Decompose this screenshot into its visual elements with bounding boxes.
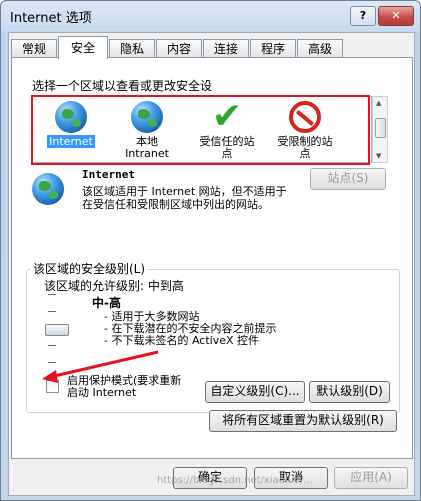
window-title: Internet 选项	[10, 11, 92, 26]
protected-mode-checkbox[interactable]	[46, 380, 59, 393]
scroll-down-icon[interactable]: ▼	[376, 152, 381, 160]
tab-connections[interactable]: 连接	[203, 39, 249, 58]
zone-name-line2: Intranet	[125, 147, 169, 160]
intranet-globe-icon	[131, 101, 163, 133]
custom-level-button[interactable]: 自定义级别(C)...	[205, 381, 305, 403]
check-icon: ✔	[211, 96, 243, 137]
internet-options-window: Internet 选项 ? ✕ 常规 安全 隐私 内容 连接 程序 高级 选择一…	[0, 0, 421, 501]
scroll-up-icon[interactable]: ▲	[376, 99, 381, 107]
zone-local-intranet[interactable]: 本地 Intranet	[115, 101, 179, 160]
zone-restricted-sites[interactable]: 受限制的站 点	[269, 101, 341, 160]
selected-zone-description: 该区域适用于 Internet 网站，但不适用于 在受信任和受限制区域中列出的网…	[82, 185, 300, 211]
no-entry-icon	[289, 101, 321, 133]
dialog-client-area: 常规 安全 隐私 内容 连接 程序 高级 选择一个区域以查看或更改安全设 Int…	[8, 32, 415, 496]
scroll-thumb[interactable]	[375, 118, 386, 138]
zone-name-line2: 点	[299, 147, 311, 160]
slider-tick	[48, 311, 56, 312]
slider-tick	[48, 362, 56, 363]
default-level-button[interactable]: 默认级别(D)	[309, 381, 390, 403]
description-line: 在受信任和受限制区域中列出的网站。	[82, 198, 269, 211]
tab-general[interactable]: 常规	[11, 39, 57, 58]
zone-name: Internet	[47, 135, 95, 148]
zone-trusted-sites[interactable]: ✔ 受信任的站 点	[191, 96, 263, 160]
level-bullet: - 不下载未签名的 ActiveX 控件	[104, 334, 260, 347]
zone-list-scrollbar[interactable]: ▲ ▼	[372, 96, 388, 163]
slider-tick	[48, 294, 56, 295]
help-button[interactable]: ?	[350, 6, 376, 26]
title-bar[interactable]: Internet 选项 ? ✕	[1, 1, 420, 31]
zone-prompt: 选择一个区域以查看或更改安全设	[32, 79, 213, 93]
tab-content[interactable]: 内容	[156, 39, 202, 58]
selected-zone-globe-icon	[32, 173, 64, 205]
tab-strip: 常规 安全 隐私 内容 连接 程序 高级	[9, 36, 414, 59]
zone-internet[interactable]: Internet	[41, 101, 101, 148]
tab-programs[interactable]: 程序	[250, 39, 296, 58]
security-level-bullets: - 适用于大多数网站 - 在下载潜在的不安全内容之前提示 - 不下载未签名的 A…	[104, 311, 276, 347]
security-panel: 选择一个区域以查看或更改安全设 Internet 本地 Intranet ✔ 受…	[11, 57, 413, 459]
zone-list[interactable]: Internet 本地 Intranet ✔ 受信任的站 点 受限制的站 点	[32, 96, 372, 163]
reset-all-zones-button[interactable]: 将所有区域重置为默认级别(R)	[209, 410, 397, 432]
security-level-name: 中-高	[92, 296, 121, 310]
watermark-text: https://blog.csdn.net/xiaoluo/...	[157, 475, 314, 486]
protected-mode-label[interactable]: 启用保护模式(要求重新 启动 Internet	[67, 375, 181, 399]
globe-icon	[55, 101, 87, 133]
selected-zone-title: Internet	[82, 168, 135, 181]
slider-tick	[48, 345, 56, 346]
description-line: 该区域适用于 Internet 网站，但不适用于	[82, 185, 287, 198]
tab-advanced[interactable]: 高级	[297, 39, 343, 58]
security-level-group-title: 该区域的安全级别(L)	[30, 260, 149, 277]
tab-security[interactable]: 安全	[58, 36, 108, 59]
sites-button[interactable]: 站点(S)	[310, 168, 386, 190]
zone-name-line2: 点	[221, 147, 233, 160]
allowed-levels-text: 该区域的允许级别: 中到高	[44, 279, 184, 293]
protected-mode-label-line2: 启动 Internet	[67, 386, 137, 399]
security-level-slider-thumb[interactable]	[45, 324, 69, 336]
tab-privacy[interactable]: 隐私	[109, 39, 155, 58]
apply-button[interactable]: 应用(A)	[334, 467, 408, 489]
close-button[interactable]: ✕	[378, 6, 414, 26]
